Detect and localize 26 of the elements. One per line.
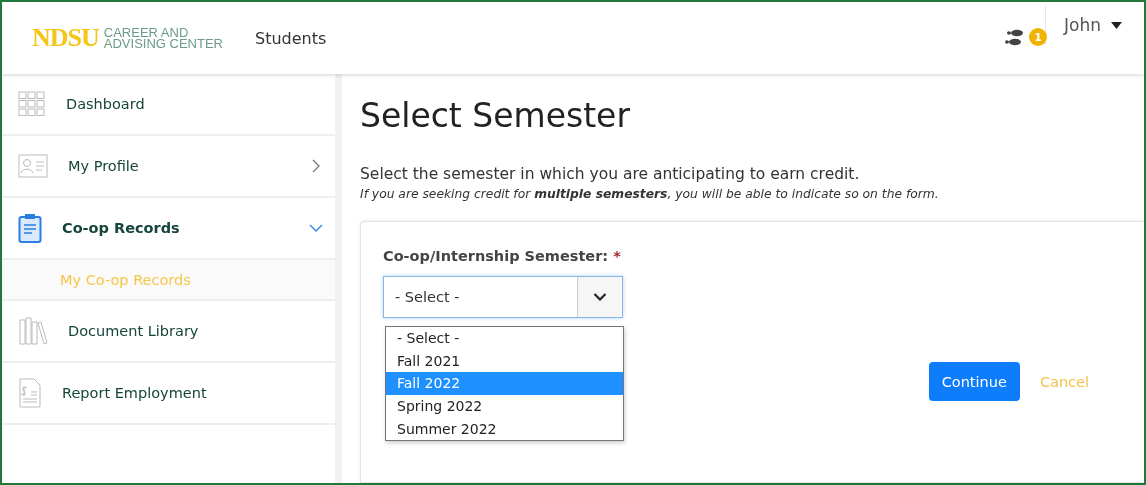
dropdown-option[interactable]: - Select - [386,327,623,350]
caret-icon [1111,21,1122,29]
note-text: If you are seeking credit for multiple semesters, you will be able to indicate so on the form. [360,187,940,201]
dropdown-option[interactable]: Fall 2021 [386,349,623,373]
dropdown-option[interactable]: Summer 2022 [386,417,623,440]
intro-text: Select the semester in which you are anticipating to earn credit. [360,165,861,183]
sidebar-item[interactable]: Document Library [2,301,335,363]
field-label: Co-op/Internship Semester: [383,248,609,264]
required-mark: * [613,248,621,264]
sidebar-item[interactable]: My Profile [2,136,335,198]
notification-badge: 1 [1029,28,1048,46]
nav-label: Students [255,28,327,48]
id-card-icon [18,154,48,178]
semester-select[interactable]: - Select - [383,276,623,318]
sidebar-item[interactable]: Dashboard [2,74,335,136]
user-menu[interactable]: John [1045,6,1144,44]
footprints-icon[interactable] [1003,29,1026,47]
dropdown-option[interactable]: Spring 2022 [386,394,623,418]
sidebar-item[interactable]: Report Employment [2,363,335,425]
books-icon [18,316,48,346]
clipboard-icon [18,213,42,243]
page-title: Select Semester [360,96,631,135]
grid-icon [18,91,46,117]
chevron-down-icon [593,292,607,302]
invoice-icon [18,378,42,408]
continue-button[interactable]: Continue [928,362,1020,401]
